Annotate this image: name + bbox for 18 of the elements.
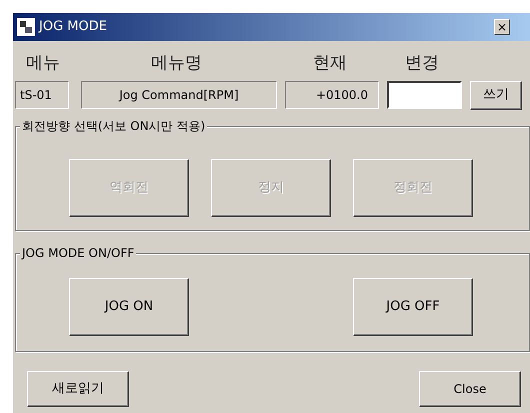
group-button[interactable]: JOG OFF — [353, 278, 473, 336]
menu-code-field: tS-01 — [15, 81, 69, 109]
close-button[interactable]: × — [494, 19, 510, 35]
menu-name-field: Jog Command[RPM] — [81, 81, 277, 109]
column-header: 변경 — [405, 52, 440, 76]
group-title: JOG MODE ON/OFF — [20, 245, 136, 261]
write-button[interactable]: 쓰기 — [470, 80, 522, 110]
column-header: 현재 — [313, 52, 348, 76]
window-title: JOG MODE — [39, 18, 107, 36]
close-dialog-button[interactable]: Close — [419, 371, 521, 407]
current-value-field: +0100.0 — [285, 81, 379, 109]
column-header: 메뉴 — [26, 52, 61, 76]
app-icon — [17, 18, 35, 36]
group-button[interactable]: JOG ON — [69, 278, 189, 336]
column-header: 메뉴명 — [151, 52, 203, 76]
group-title: 회전방향 선택(서보 ON시만 적용) — [20, 118, 208, 134]
new-value-input[interactable] — [387, 81, 462, 109]
reload-button[interactable]: 새로읽기 — [27, 371, 129, 407]
